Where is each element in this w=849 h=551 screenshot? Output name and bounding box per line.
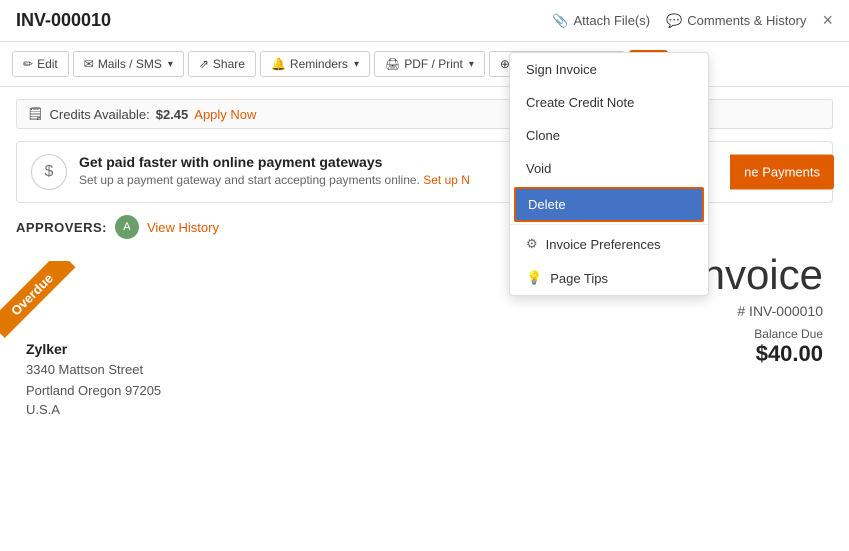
bulb-icon: 💡 — [526, 270, 542, 286]
sign-invoice-label: Sign Invoice — [526, 62, 597, 77]
gateway-subtitle: Set up a payment gateway and start accep… — [79, 173, 470, 187]
invoice-title: Invoice — [690, 251, 823, 299]
close-button[interactable]: × — [822, 10, 833, 31]
page-tips-item[interactable]: 💡 Page Tips — [510, 261, 708, 295]
edit-label: Edit — [37, 57, 58, 71]
invoice-area: Zylker 3340 Mattson Street Portland Oreg… — [16, 251, 833, 417]
edit-icon: ✏ — [23, 57, 33, 71]
credits-icon: 🗒 — [27, 106, 44, 122]
invoice-number: # INV-000010 — [690, 303, 823, 319]
gear-icon: ⚙ — [526, 236, 538, 252]
share-button[interactable]: ⇗ Share — [188, 51, 256, 77]
clone-label: Clone — [526, 128, 560, 143]
page-tips-label: Page Tips — [550, 271, 608, 286]
balance-due-amount: $40.00 — [690, 341, 823, 367]
address-line1: 3340 Mattson Street — [26, 360, 216, 381]
clone-item[interactable]: Clone — [510, 119, 708, 152]
attach-files-label: Attach File(s) — [574, 13, 651, 28]
online-payments-label: ne Payments — [744, 165, 820, 180]
reminders-button[interactable]: 🔔 Reminders — [260, 51, 370, 77]
reminders-label: Reminders — [290, 57, 348, 71]
country: U.S.A — [26, 402, 216, 417]
credits-amount: $2.45 — [156, 107, 189, 122]
comments-history-label: Comments & History — [687, 13, 806, 28]
approvers-row: APPROVERS: A View History — [16, 215, 833, 239]
attach-files-link[interactable]: 📎 Attach File(s) — [552, 13, 650, 29]
invoice-preferences-label: Invoice Preferences — [546, 237, 661, 252]
gateway-icon: $ — [31, 154, 67, 190]
void-label: Void — [526, 161, 551, 176]
invoice-preferences-item[interactable]: ⚙ Invoice Preferences — [510, 227, 708, 261]
mails-sms-button[interactable]: ✉ Mails / SMS — [73, 51, 184, 77]
online-payments-button[interactable]: ne Payments — [730, 155, 834, 190]
page-header: INV-000010 📎 Attach File(s) 💬 Comments &… — [0, 0, 849, 42]
gateway-subtitle-text: Set up a payment gateway and start accep… — [79, 173, 423, 187]
toolbar: ✏ Edit ✉ Mails / SMS ⇗ Share 🔔 Reminders… — [0, 42, 849, 87]
gateway-banner: $ Get paid faster with online payment ga… — [16, 141, 833, 203]
credits-label: Credits Available: — [50, 107, 150, 122]
overdue-section: Zylker 3340 Mattson Street Portland Oreg… — [16, 251, 216, 417]
pdf-print-label: PDF / Print — [404, 57, 463, 71]
dropdown-divider — [510, 224, 708, 225]
share-label: Share — [213, 57, 245, 71]
invoice-address: Zylker 3340 Mattson Street Portland Oreg… — [26, 341, 216, 417]
comments-history-link[interactable]: 💬 Comments & History — [666, 13, 806, 29]
share-icon: ⇗ — [199, 57, 209, 71]
invoice-id: INV-000010 — [16, 10, 111, 31]
setup-link[interactable]: Set up N — [423, 173, 470, 187]
void-item[interactable]: Void — [510, 152, 708, 185]
mail-icon: ✉ — [84, 57, 94, 71]
credits-bar: 🗒 Credits Available: $2.45 Apply Now — [16, 99, 833, 129]
sign-invoice-item[interactable]: Sign Invoice — [510, 53, 708, 86]
mails-sms-label: Mails / SMS — [98, 57, 162, 71]
invoice-right: Invoice # INV-000010 Balance Due $40.00 — [690, 251, 833, 417]
paperclip-icon: 📎 — [552, 13, 568, 29]
address-line2: Portland Oregon 97205 — [26, 381, 216, 402]
gateway-title: Get paid faster with online payment gate… — [79, 154, 470, 170]
overdue-ribbon — [0, 261, 90, 351]
avatar: A — [115, 215, 139, 239]
pdf-print-button[interactable]: 🖨 PDF / Print — [374, 51, 485, 77]
delete-label: Delete — [528, 197, 566, 212]
approvers-label: APPROVERS: — [16, 220, 107, 235]
dropdown-menu: Sign Invoice Create Credit Note Clone Vo… — [509, 52, 709, 296]
delete-item[interactable]: Delete — [514, 187, 704, 222]
apply-now-link[interactable]: Apply Now — [194, 107, 256, 122]
view-history-link[interactable]: View History — [147, 220, 219, 235]
header-actions: 📎 Attach File(s) 💬 Comments & History × — [552, 10, 833, 31]
pdf-icon: 🖨 — [385, 57, 400, 71]
main-content: 🗒 Credits Available: $2.45 Apply Now $ G… — [0, 87, 849, 429]
bell-icon: 🔔 — [271, 57, 286, 71]
gateway-text: Get paid faster with online payment gate… — [79, 154, 470, 187]
edit-button[interactable]: ✏ Edit — [12, 51, 69, 77]
create-credit-note-item[interactable]: Create Credit Note — [510, 86, 708, 119]
balance-due-label: Balance Due — [690, 327, 823, 341]
create-credit-note-label: Create Credit Note — [526, 95, 634, 110]
comment-icon: 💬 — [666, 13, 682, 29]
